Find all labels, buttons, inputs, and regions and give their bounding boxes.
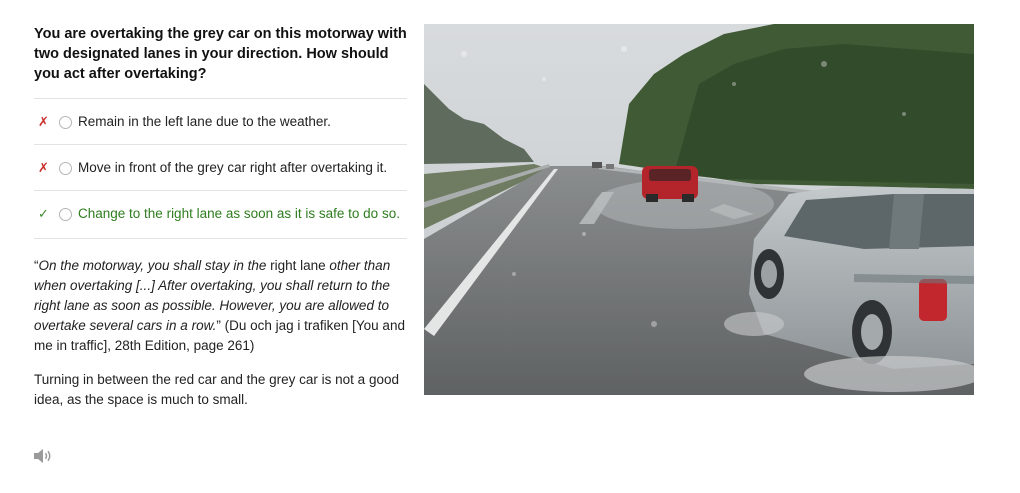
quote-part-1: On the motorway, you shall stay in the xyxy=(38,258,267,273)
speaker-icon[interactable] xyxy=(33,448,53,464)
check-mark-icon: ✓ xyxy=(38,206,49,221)
question-panel: You are overtaking the grey car on this … xyxy=(34,24,407,410)
wrong-mark-icon: ✗ xyxy=(38,160,49,175)
explanation-quote: “On the motorway, you shall stay in the … xyxy=(34,256,407,356)
answer-option-2[interactable]: ✗ Move in front of the grey car right af… xyxy=(34,144,407,190)
radio-button[interactable] xyxy=(59,162,72,175)
answer-option-1[interactable]: ✗ Remain in the left lane due to the wea… xyxy=(34,98,407,144)
wrong-mark-icon: ✗ xyxy=(38,114,49,129)
radio-button[interactable] xyxy=(59,208,72,221)
explanation-text: Turning in between the red car and the g… xyxy=(34,372,399,407)
answer-text: Move in front of the grey car right afte… xyxy=(78,160,388,175)
answer-text: Change to the right lane as soon as it i… xyxy=(78,206,400,221)
quote-part-2: right lane xyxy=(266,258,330,273)
motorway-photo xyxy=(424,24,974,395)
answer-option-3[interactable]: ✓ Change to the right lane as soon as it… xyxy=(34,190,407,239)
answer-text: Remain in the left lane due to the weath… xyxy=(78,114,331,129)
question-text: You are overtaking the grey car on this … xyxy=(34,26,407,82)
radio-button[interactable] xyxy=(59,116,72,129)
